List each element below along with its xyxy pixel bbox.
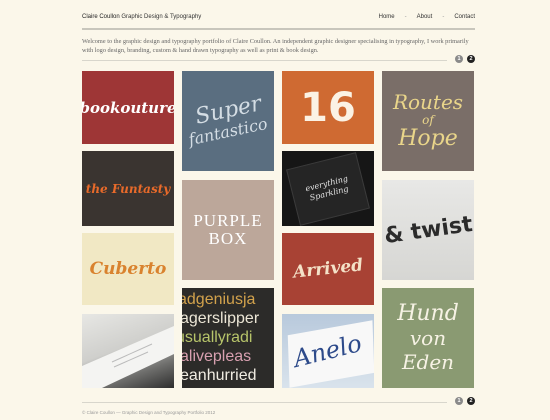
paper-photo-image bbox=[82, 326, 174, 388]
header-divider bbox=[82, 28, 475, 30]
tile-anelo[interactable]: Anelo bbox=[282, 314, 374, 388]
main-nav: Home - About - Contact bbox=[379, 14, 475, 20]
nav-separator: - bbox=[404, 14, 407, 20]
tile-purple-box[interactable]: PURPLE BOX bbox=[182, 180, 274, 280]
nav-home[interactable]: Home bbox=[379, 14, 395, 20]
tile-hund-von-eden[interactable]: Hund von Eden bbox=[382, 288, 474, 388]
tile-type-specimen[interactable]: adgeniusja agerslipper usuallyradi alive… bbox=[182, 288, 274, 388]
tile-paper-photo[interactable] bbox=[82, 314, 174, 388]
tile-sixteen[interactable]: 16 bbox=[282, 71, 374, 144]
pagination-top: 1 2 bbox=[82, 55, 475, 65]
nav-contact[interactable]: Contact bbox=[454, 14, 475, 20]
tile-of-label: of bbox=[422, 113, 434, 127]
specimen-line: eanhurried bbox=[182, 367, 257, 384]
tile-invitation-label: everything Sparkling bbox=[304, 173, 350, 203]
page-2-button[interactable]: 2 bbox=[467, 397, 475, 405]
footer-copyright: © Claire Coullon — Graphic Design and Ty… bbox=[82, 410, 216, 415]
specimen-line: agerslipper bbox=[182, 310, 260, 327]
tile-and-twist-label: & twist bbox=[382, 211, 474, 249]
tile-cuberto[interactable]: Cuberto bbox=[82, 233, 174, 305]
pagination-rule bbox=[82, 60, 447, 61]
tile-bookouture[interactable]: bookouture bbox=[82, 71, 174, 144]
tile-hope-label: Hope bbox=[398, 126, 458, 151]
tile-von-eden-label: von Eden bbox=[401, 326, 455, 374]
tile-box-label: BOX bbox=[208, 229, 248, 248]
nav-separator: - bbox=[442, 14, 445, 20]
specimen-line: alivepleas bbox=[182, 348, 252, 365]
intro-text: Welcome to the graphic design and typogr… bbox=[82, 38, 469, 54]
tile-cuberto-label: Cuberto bbox=[89, 259, 167, 279]
invitation-card: everything Sparkling bbox=[286, 151, 370, 226]
tile-and-twist[interactable]: & twist bbox=[382, 180, 474, 280]
tile-arrived-label: Arrived bbox=[292, 255, 364, 283]
page-1-button[interactable]: 1 bbox=[455, 397, 463, 405]
tile-super-fantastico[interactable]: Super fantastico bbox=[182, 71, 274, 171]
tile-arrived[interactable]: Arrived bbox=[282, 233, 374, 305]
tile-routes-of-hope[interactable]: Routes of Hope bbox=[382, 71, 474, 171]
tile-funtasty[interactable]: the Funtasty bbox=[82, 151, 174, 226]
tile-funtasty-label: the Funtasty bbox=[85, 181, 171, 196]
brand-tagline: Graphic Design & Typography bbox=[121, 14, 202, 20]
tile-routes-label: Routes bbox=[392, 90, 464, 114]
pagination-bottom: 1 2 bbox=[82, 397, 475, 407]
specimen-line: adgeniusja bbox=[182, 291, 256, 308]
tile-bookouture-label: bookouture bbox=[82, 98, 174, 117]
page-2-button[interactable]: 2 bbox=[467, 55, 475, 63]
site-brand[interactable]: Claire Coullon Graphic Design & Typograp… bbox=[82, 14, 201, 20]
site-header: Claire Coullon Graphic Design & Typograp… bbox=[82, 14, 475, 26]
nav-about[interactable]: About bbox=[417, 14, 433, 20]
page-1-button[interactable]: 1 bbox=[455, 55, 463, 63]
tile-purple-label: PURPLE bbox=[193, 211, 263, 230]
specimen-line: usuallyradi bbox=[182, 329, 253, 346]
pagination-rule bbox=[82, 402, 447, 403]
brand-name: Claire Coullon bbox=[82, 14, 120, 20]
tile-hund-label: Hund bbox=[397, 301, 459, 326]
tile-sixteen-label: 16 bbox=[300, 84, 356, 131]
tile-invitation[interactable]: everything Sparkling bbox=[282, 151, 374, 226]
